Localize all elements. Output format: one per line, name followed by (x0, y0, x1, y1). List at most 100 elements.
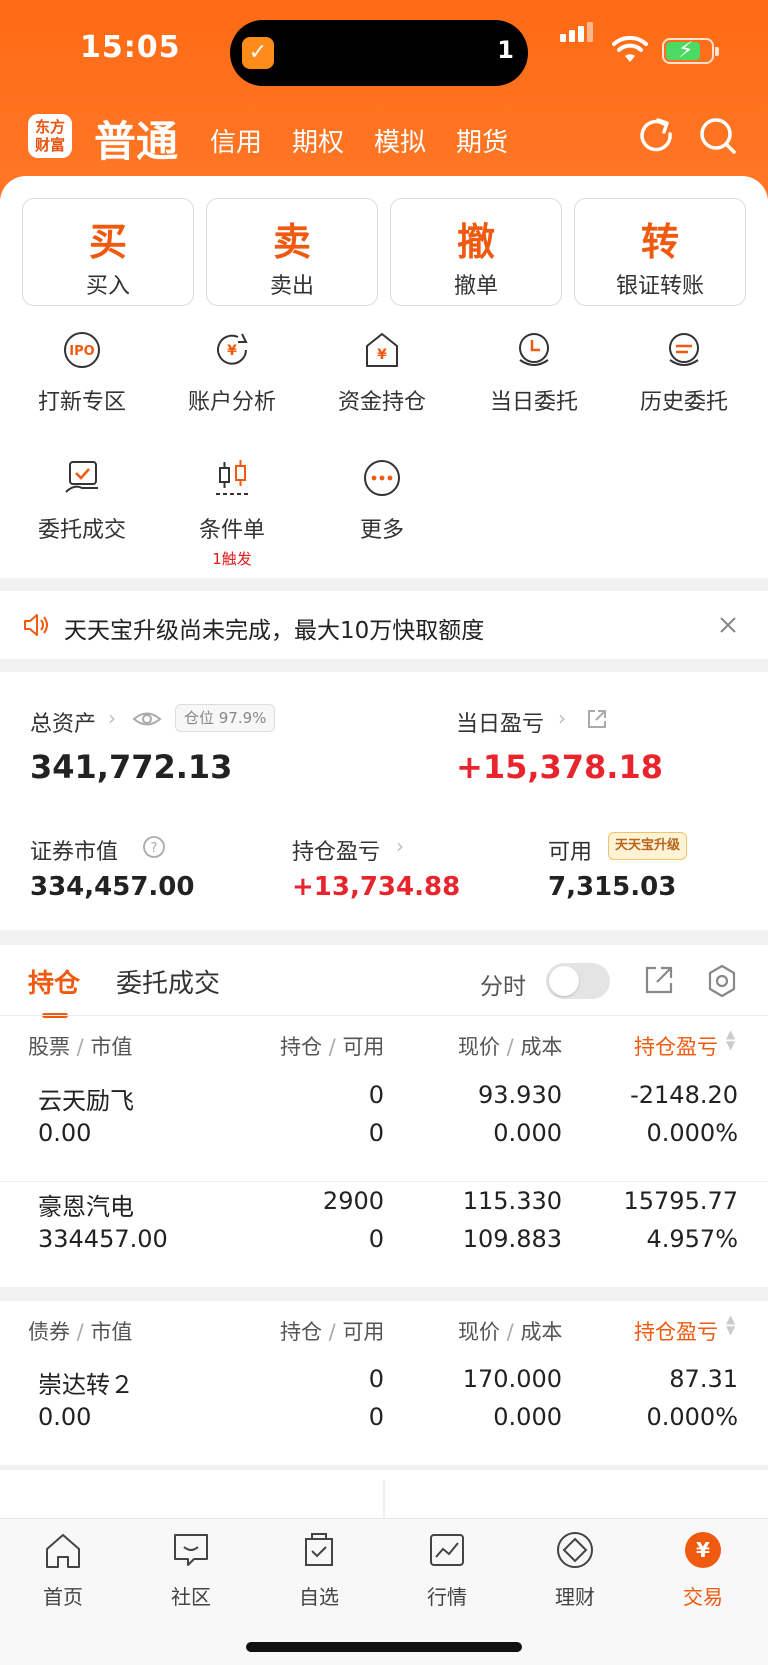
position-ratio-badge: 仓位 97.9% (175, 704, 276, 732)
bond-name: 崇达转２ (38, 1371, 134, 1399)
intraday-toggle-label: 分时 (480, 974, 526, 1000)
more-icon (364, 460, 400, 496)
ipo-zone-button[interactable]: IPO 打新专区 (22, 330, 142, 416)
account-analysis-label: 账户分析 (187, 390, 276, 415)
assets-summary: 总资产 › 仓位 97.9% 341,772.13 当日盈亏 › +15,378… (0, 672, 768, 930)
col-holding: 持仓 (280, 1320, 322, 1344)
svg-text:¥: ¥ (227, 343, 237, 359)
tab-simulation[interactable]: 模拟 (374, 122, 426, 159)
chevron-right-icon: › (108, 706, 116, 730)
tab-community[interactable]: 社区 (146, 1529, 236, 1610)
daily-pl-value: +15,378.18 (456, 748, 663, 786)
sort-icon[interactable]: ▲ ▼ (726, 1313, 735, 1336)
daily-pl-label[interactable]: 当日盈亏 (456, 706, 544, 738)
tab-normal[interactable]: 普通 (94, 108, 178, 169)
wifi-icon (612, 36, 648, 62)
today-orders-button[interactable]: 当日委托 (474, 330, 594, 416)
status-bar: 15:05 ✓ 1 ⚡ (0, 0, 768, 100)
col-available: 可用 (342, 1320, 385, 1344)
market-value-label: 证券市值 (30, 840, 119, 865)
market-value: 334,457.00 (30, 872, 195, 902)
batch-actions-peek (0, 1470, 768, 1520)
condition-order-button[interactable]: 条件单 1触发 (172, 458, 292, 569)
table-row[interactable]: 云天励飞 0.00 0 0 93.930 0.000 -2148.20 0.00… (0, 1065, 768, 1171)
sort-icon[interactable]: ▲ ▼ (726, 1028, 735, 1051)
order-deals-button[interactable]: 委托成交 (22, 458, 142, 544)
col-market-value: 市值 (90, 1035, 133, 1059)
tab-futures[interactable]: 期货 (456, 122, 508, 159)
tab-wealth[interactable]: 理财 (530, 1529, 620, 1610)
settings-icon[interactable] (704, 963, 740, 999)
intraday-toggle[interactable] (546, 963, 610, 999)
tab-credit[interactable]: 信用 (210, 122, 262, 159)
bond-pl: 87.31 (669, 1365, 738, 1393)
table-row[interactable]: 豪恩汽电 334457.00 2900 0 115.330 109.883 15… (0, 1171, 768, 1277)
history-order-icon (669, 333, 699, 366)
bond-price: 170.000 (462, 1365, 562, 1393)
history-orders-button[interactable]: 历史委托 (624, 330, 744, 416)
stock-price: 93.930 (478, 1081, 562, 1109)
col-price: 现价 (458, 1035, 500, 1059)
tab-holdings[interactable]: 持仓 (28, 963, 80, 1000)
refresh-icon[interactable] (634, 114, 678, 158)
condition-order-label: 条件单 (198, 518, 265, 543)
section-gap (0, 1287, 768, 1301)
bank-transfer-button[interactable]: 转 银证转账 (574, 198, 746, 306)
holding-pl-label[interactable]: 持仓盈亏 (292, 834, 380, 866)
notice-bar[interactable]: 天天宝升级尚未完成，最大10万快取额度 (0, 591, 768, 659)
account-analysis-button[interactable]: ¥ 账户分析 (172, 330, 292, 416)
bond-table-header: 债券 / 市值 持仓 / 可用 现价 / 成本 持仓盈亏 ▲ ▼ (28, 1312, 736, 1346)
buy-char: 买 (88, 220, 127, 264)
col-holding-pl-sort[interactable]: 持仓盈亏 (634, 1316, 718, 1346)
stock-pl: -2148.20 (630, 1081, 738, 1109)
eye-icon[interactable] (132, 708, 162, 730)
table-row[interactable]: 崇达转２ 0.00 0 0 170.000 0.000 87.31 0.000% (0, 1351, 768, 1457)
dynamic-island[interactable]: ✓ 1 (230, 20, 528, 86)
tab-options[interactable]: 期权 (292, 122, 344, 159)
more-button[interactable]: 更多 (322, 458, 442, 544)
home-indicator[interactable] (246, 1642, 522, 1652)
buy-button[interactable]: 买 买入 (22, 198, 194, 306)
status-time: 15:05 (80, 30, 181, 65)
sell-label: 卖出 (269, 274, 314, 299)
funds-holdings-button[interactable]: ¥ 资金持仓 (322, 330, 442, 416)
tab-trade-label: 交易 (683, 1585, 723, 1609)
close-icon[interactable] (718, 615, 738, 635)
stock-name: 云天励飞 (38, 1087, 134, 1115)
tab-order-deals[interactable]: 委托成交 (116, 963, 220, 1000)
tab-home[interactable]: 首页 (18, 1529, 108, 1610)
tab-watchlist[interactable]: 自选 (274, 1529, 364, 1610)
col-bond: 债券 (28, 1320, 70, 1344)
bond-available: 0 (368, 1403, 384, 1431)
ipo-icon: IPO (64, 332, 100, 368)
tab-trade[interactable]: ¥ 交易 (658, 1529, 748, 1610)
stock-holding: 0 (368, 1081, 384, 1109)
search-icon[interactable] (696, 114, 740, 158)
total-assets-label[interactable]: 总资产 (30, 706, 96, 738)
bond-market-value: 0.00 (38, 1403, 92, 1431)
tab-market[interactable]: 行情 (402, 1529, 492, 1610)
watchlist-icon (305, 1533, 333, 1566)
help-icon[interactable]: ? (142, 835, 166, 859)
stock-available: 0 (368, 1225, 384, 1253)
col-market-value: 市值 (90, 1320, 133, 1344)
sell-button[interactable]: 卖 卖出 (206, 198, 378, 306)
ttb-upgrade-badge[interactable]: 天天宝升级 (608, 832, 688, 860)
stock-price: 115.330 (462, 1187, 562, 1215)
transfer-label: 银证转账 (615, 274, 704, 299)
cancel-order-button[interactable]: 撤 撤单 (390, 198, 562, 306)
bond-holding: 0 (368, 1365, 384, 1393)
divider (383, 1480, 385, 1520)
bond-cost: 0.000 (493, 1403, 562, 1431)
positions-panel: 持仓 委托成交 分时 股票 / 市值 持仓 / 可用 现价 / 成本 持仓盈亏 … (0, 945, 768, 1465)
stock-pl-pct: 0.000% (646, 1119, 738, 1147)
analysis-icon: ¥ (217, 333, 248, 365)
share-icon[interactable] (586, 708, 608, 730)
available-label: 可用 (548, 840, 593, 865)
col-available: 可用 (342, 1035, 385, 1059)
export-icon[interactable] (642, 963, 676, 997)
stock-holding: 2900 (322, 1187, 384, 1215)
available-value: 7,315.03 (548, 872, 677, 902)
col-holding-pl-sort[interactable]: 持仓盈亏 (634, 1031, 718, 1061)
notice-text: 天天宝升级尚未完成，最大10万快取额度 (64, 618, 485, 644)
